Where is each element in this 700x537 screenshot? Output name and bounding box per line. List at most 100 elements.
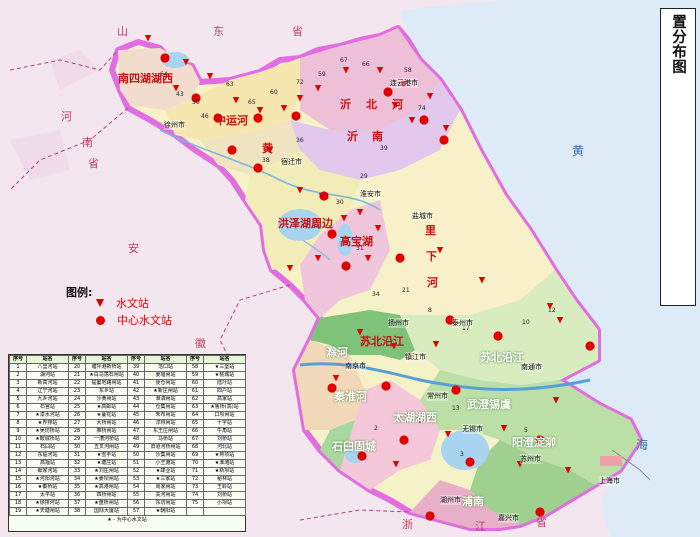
- region-label-subei-yanjiang-1: 苏北沿江: [360, 335, 404, 348]
- province-label-he: 河: [61, 110, 72, 123]
- table-cell: ★吴坊桥站: [26, 427, 69, 436]
- table-cell: 口坝闸站: [203, 411, 246, 420]
- region-label-bei: 北: [366, 98, 377, 111]
- table-row: 9 ★吴坊桥站 28 推桥闸站 47 东王庄闸站 66 牛角站: [9, 427, 246, 436]
- table-row: 5 九乡河站 24 沙黄闸站 43 淮泗闸站 62 高家站: [9, 395, 246, 404]
- table-cell: 6: [9, 403, 27, 412]
- station-number-label: 12: [548, 307, 556, 314]
- table-cell: 高家站: [203, 395, 246, 404]
- province-label-shan: 山: [117, 25, 128, 38]
- province-label-sheng-2: 省: [88, 157, 99, 170]
- table-cell: ★天塘闸站: [26, 507, 69, 516]
- table-cell: 69: [186, 451, 204, 460]
- table-cell: 十字站: [203, 419, 246, 428]
- station-number-label: 66: [362, 61, 370, 68]
- table-row: 17 太平站 36 四桥闸站 55 关河闸站 74 刘桥站: [9, 491, 246, 500]
- region-label-zhongyunhe: 中运河: [215, 114, 248, 127]
- center-station-marker: [419, 115, 429, 125]
- table-cell: 沙黄闸站: [85, 395, 128, 404]
- table-cell: 九乡河站: [26, 395, 69, 404]
- table-cell: ★高港闸站: [85, 483, 128, 492]
- region-label-taihu-huxi: 太湖湖西: [393, 411, 437, 424]
- province-label-sheng-1: 省: [292, 25, 303, 38]
- region-label-nan: 南: [372, 130, 383, 143]
- table-cell: 石官站: [26, 403, 69, 412]
- table-footnote: ★ - 为中心水文站: [107, 517, 147, 523]
- city-label-wuxi: 无锡市: [462, 424, 483, 434]
- triangle-icon: [96, 299, 104, 307]
- table-header-cell: 序号: [9, 355, 27, 364]
- table-cell: 21: [68, 371, 86, 380]
- center-station-marker: [395, 253, 405, 263]
- table-cell: 范口站: [144, 363, 187, 372]
- center-station-marker: [253, 113, 263, 123]
- table-cell: 新高河站: [26, 379, 69, 388]
- table-cell: 41: [127, 379, 145, 388]
- center-station-marker: [451, 385, 461, 395]
- table-cell: 刘桥站: [203, 435, 246, 444]
- center-station-marker: [425, 511, 435, 521]
- sea-label-huang: 黄: [572, 144, 585, 158]
- table-cell: 提篓地路闸站: [85, 379, 128, 388]
- table-row: 2 湖河站 21 ★白马荡石闸站 40 姜堰闸站 59 ★桃城站: [9, 371, 246, 380]
- table-cell: 25: [68, 403, 86, 412]
- city-label-huzhou: 湖州市: [440, 495, 461, 505]
- table-cell: 旧道河桥闸站: [144, 443, 187, 452]
- table-cell: 姜堰闸站: [144, 371, 187, 380]
- table-cell: 河北站: [203, 443, 246, 452]
- table-cell: ★雪丰站: [85, 451, 128, 460]
- table-cell: 74: [186, 491, 204, 500]
- table-header-cell: 序号: [186, 355, 204, 364]
- table-cell: 13: [9, 459, 27, 468]
- table-cell: 65: [186, 419, 204, 428]
- table-cell: 28: [68, 427, 86, 436]
- province-label-hui: 徽: [195, 337, 206, 350]
- legend-label-center-station: 中心水文站: [117, 314, 172, 327]
- station-number-label: 38: [262, 157, 270, 164]
- center-station-marker: [253, 163, 263, 173]
- table-cell: 便仓闸站: [144, 379, 187, 388]
- city-label-yangzhou: 扬州市: [388, 318, 409, 328]
- region-label-huang: 黄: [262, 142, 273, 155]
- table-cell: ★姜坝闸站: [85, 475, 128, 484]
- center-station-marker: [439, 135, 449, 145]
- table-row: 19 ★天塘闸站 38 国际大厦站 57 ★朝阳站: [9, 507, 246, 516]
- station-number-label: 65: [248, 99, 256, 106]
- station-number-label: 60: [270, 89, 278, 96]
- station-number-label: 3: [460, 451, 464, 458]
- table-cell: 四户站: [203, 387, 246, 396]
- table-cell: 秘林站: [203, 475, 246, 484]
- table-row: 8 ★界排站 27 大桥闸站 46 淳林闸站 65 十字站: [9, 419, 246, 428]
- circle-icon: [96, 315, 105, 325]
- station-number-label: 50: [192, 99, 200, 106]
- table-cell: 陆圩站: [203, 379, 246, 388]
- table-cell: 70: [186, 459, 204, 468]
- table-cell: ★鞍城桥站: [26, 435, 69, 444]
- table-cell: 14: [9, 467, 27, 476]
- center-station-marker: [399, 435, 409, 445]
- table-header-cell: 站名: [26, 355, 69, 364]
- city-label-xuzhou: 徐州市: [164, 120, 185, 130]
- province-label-an: 安: [128, 242, 139, 255]
- table-cell: 37: [68, 499, 86, 508]
- table-header-cell: 序号: [127, 355, 145, 364]
- table-cell: 石臼站: [26, 443, 69, 452]
- table-cell: 59: [186, 371, 204, 380]
- table-cell: 22: [68, 379, 86, 388]
- region-label-he-1: 河: [392, 98, 403, 111]
- table-cell: 49: [127, 443, 145, 452]
- table-cell: ★三家站: [144, 475, 187, 484]
- station-number-label: 2: [374, 425, 378, 432]
- table-cell: 朱布闸站: [144, 411, 187, 420]
- region-label-subei-yanjiang-2: 苏北沿江: [480, 351, 524, 364]
- station-number-label: 46: [201, 113, 209, 120]
- table-cell: 46: [127, 419, 145, 428]
- table-cell: 小王滩站: [144, 459, 187, 468]
- table-cell: 一漕河桥站: [85, 435, 128, 444]
- table-cell: ★淮滩站: [203, 459, 246, 468]
- table-cell: ★蒋项站: [203, 451, 246, 460]
- table-cell: [203, 507, 246, 516]
- station-number-label: 29: [360, 173, 368, 180]
- table-row: 14 细家河站 33 ★刘庄闸站 52 ★肆业站 71 ★新坝站: [9, 467, 246, 476]
- station-number-label: 13: [452, 405, 460, 412]
